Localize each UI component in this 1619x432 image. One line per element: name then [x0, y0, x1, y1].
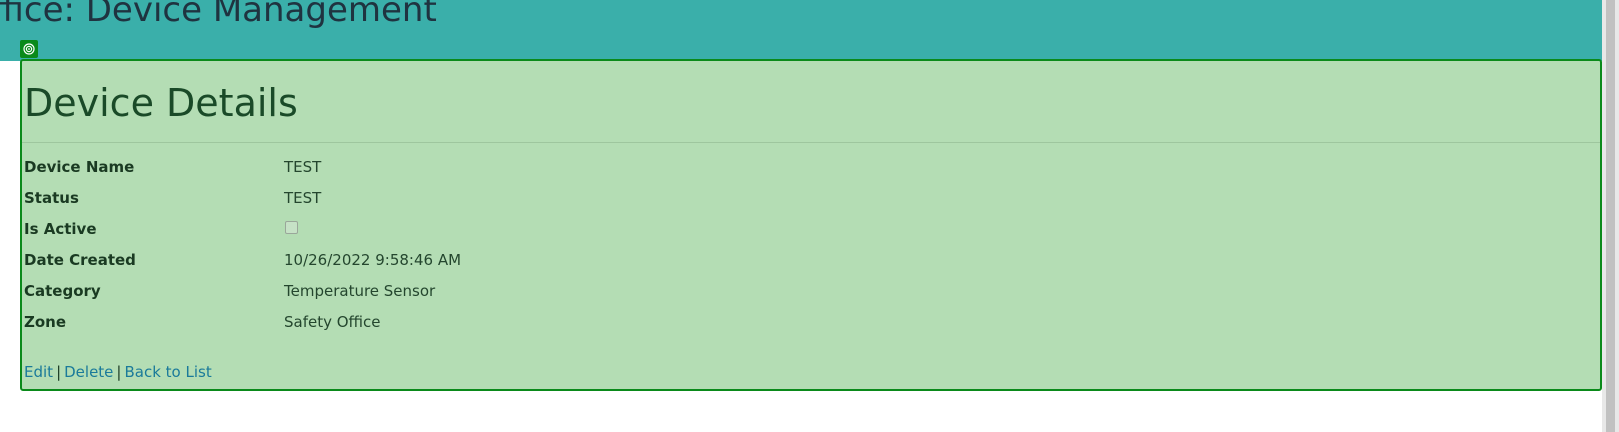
- action-links: Edit | Delete | Back to List: [24, 363, 212, 381]
- delete-link[interactable]: Delete: [64, 363, 113, 381]
- target-icon[interactable]: [20, 40, 38, 58]
- edit-link[interactable]: Edit: [24, 363, 53, 381]
- device-details-panel: Device Details Device Name TEST Status T…: [20, 59, 1602, 391]
- field-label: Date Created: [24, 251, 136, 269]
- field-value: Safety Office: [284, 313, 381, 331]
- field-zone: Zone Safety Office: [24, 313, 924, 333]
- details-title: Device Details: [24, 81, 298, 125]
- field-status: Status TEST: [24, 189, 924, 209]
- title-divider: [22, 142, 1600, 143]
- field-value: TEST: [284, 189, 322, 207]
- field-date-created: Date Created 10/26/2022 9:58:46 AM: [24, 251, 924, 271]
- field-label: Status: [24, 189, 79, 207]
- is-active-checkbox: [285, 221, 298, 234]
- field-label: Category: [24, 282, 101, 300]
- top-banner: ffice: Device Management: [0, 0, 1602, 61]
- link-separator: |: [116, 363, 122, 381]
- scrollbar-thumb[interactable]: [1606, 0, 1615, 432]
- page: ffice: Device Management Device Details …: [0, 0, 1619, 432]
- link-separator: |: [56, 363, 62, 381]
- field-value: Temperature Sensor: [284, 282, 436, 300]
- field-value: 10/26/2022 9:58:46 AM: [284, 251, 462, 269]
- field-is-active: Is Active: [24, 220, 924, 240]
- field-label: Device Name: [24, 158, 135, 176]
- field-category: Category Temperature Sensor: [24, 282, 924, 302]
- back-to-list-link[interactable]: Back to List: [124, 363, 211, 381]
- field-label: Zone: [24, 313, 67, 331]
- field-label: Is Active: [24, 220, 97, 238]
- vertical-scrollbar[interactable]: [1602, 0, 1619, 432]
- page-header-title: ffice: Device Management: [0, 0, 437, 30]
- field-device-name: Device Name TEST: [24, 158, 924, 178]
- field-value: TEST: [284, 158, 322, 176]
